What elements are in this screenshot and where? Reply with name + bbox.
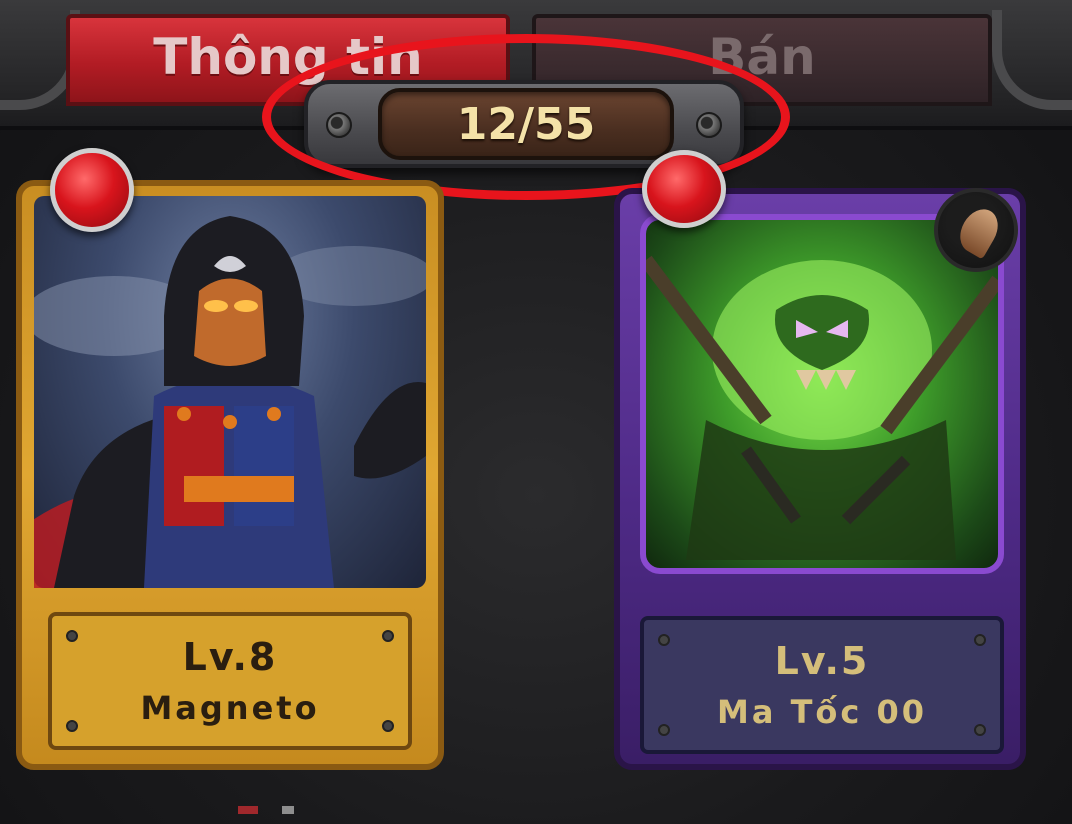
rivet-icon [696, 112, 722, 138]
card-level: Lv.8 [182, 635, 278, 679]
ghost-art-icon [640, 255, 1004, 560]
page-indicator [238, 806, 308, 814]
hero-card-ma-toc[interactable]: Lv.5 Ma Tốc 00 [614, 188, 1026, 770]
card-count: 12/55 [378, 88, 674, 160]
screw-icon [974, 724, 986, 736]
screw-icon [382, 630, 394, 642]
screw-icon [658, 724, 670, 736]
claw-icon [934, 188, 1018, 272]
screw-icon [974, 634, 986, 646]
card-info-plate: Lv.8 Magneto [48, 612, 412, 750]
rivet-icon [326, 112, 352, 138]
hero-portrait [640, 214, 1004, 574]
tab-sell-label: Bán [708, 28, 816, 86]
card-level: Lv.5 [774, 639, 870, 683]
red-gem-icon [50, 148, 134, 232]
screw-icon [382, 720, 394, 732]
card-name: Ma Tốc 00 [716, 693, 928, 731]
screw-icon [658, 634, 670, 646]
card-info-plate: Lv.5 Ma Tốc 00 [640, 616, 1004, 754]
magneto-art-icon [24, 216, 434, 588]
card-name: Magneto [140, 689, 320, 727]
screw-icon [66, 720, 78, 732]
hero-portrait [24, 196, 434, 588]
tab-info-label: Thông tin [153, 28, 423, 86]
red-gem-icon [642, 150, 726, 228]
screw-icon [66, 630, 78, 642]
hero-card-magneto[interactable]: Lv.8 Magneto [16, 180, 444, 770]
